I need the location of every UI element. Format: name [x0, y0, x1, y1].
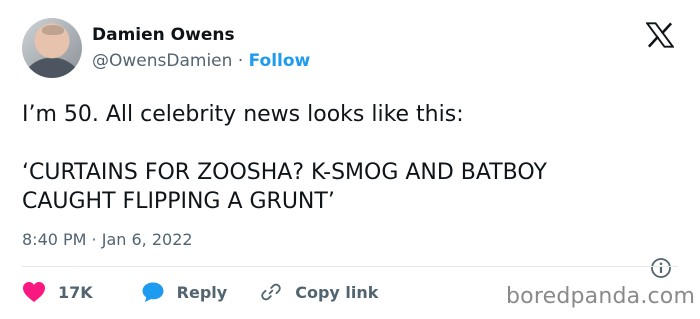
copy-link-button[interactable]: Copy link: [259, 281, 378, 303]
info-icon[interactable]: [650, 257, 672, 279]
tweet-line: CAUGHT FLIPPING A GRUNT’: [22, 189, 335, 214]
tweet-line: I’m 50. All celebrity news looks like th…: [22, 102, 464, 127]
tweet-text: I’m 50. All celebrity news looks like th…: [22, 100, 682, 216]
author-name[interactable]: Damien Owens: [92, 24, 235, 46]
author-handle-row: @OwensDamien · Follow: [92, 50, 310, 72]
follow-button[interactable]: Follow: [249, 51, 311, 71]
timestamp[interactable]: 8:40 PM · Jan 6, 2022: [22, 230, 193, 250]
divider: [22, 266, 678, 267]
avatar-hair-shape: [42, 25, 64, 35]
tweet-line-gap: [22, 129, 682, 158]
reply-button[interactable]: Reply: [141, 281, 228, 303]
x-logo-icon[interactable]: [646, 22, 674, 48]
tweet-line: ‘CURTAINS FOR ZOOSHA? K-SMOG AND BATBOY: [22, 160, 547, 185]
speech-bubble-icon: [142, 282, 164, 302]
handle-separator: ·: [237, 51, 244, 71]
watermark: boredpanda.com: [506, 284, 696, 309]
action-bar: 17K Reply Copy link: [22, 280, 378, 304]
avatar[interactable]: [22, 18, 82, 78]
link-icon: [261, 283, 281, 301]
heart-icon: [23, 282, 45, 302]
reply-label: Reply: [176, 282, 228, 302]
author-handle[interactable]: @OwensDamien: [92, 51, 232, 71]
like-count: 17K: [58, 282, 93, 302]
copy-link-label: Copy link: [295, 282, 379, 302]
like-button[interactable]: 17K: [22, 281, 93, 303]
